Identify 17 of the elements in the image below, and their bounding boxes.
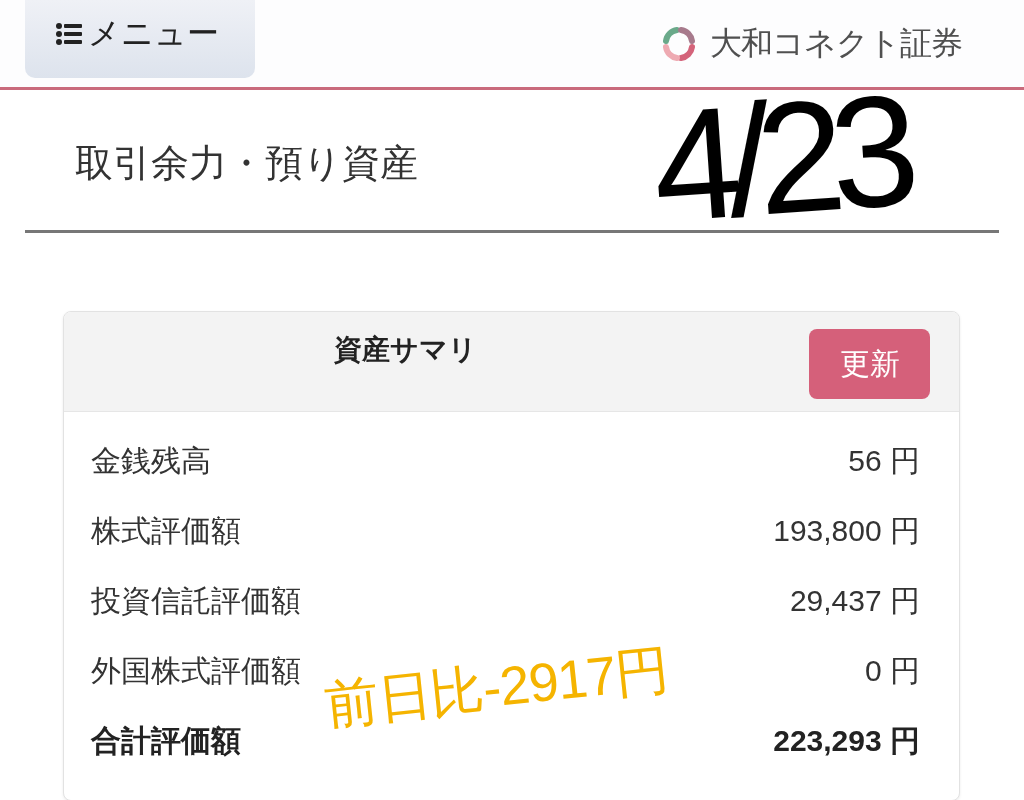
refresh-button[interactable]: 更新 — [809, 329, 930, 399]
row-value: 0 円 — [864, 652, 920, 689]
row-label: 株式評価額 — [91, 512, 241, 549]
row-value: 223,293 円 — [773, 722, 920, 759]
brand-name: 大和コネクト証券 — [710, 24, 962, 63]
handwritten-note: 前日比-2917円 — [322, 641, 671, 732]
menu-button[interactable]: メニュー — [25, 0, 255, 78]
row-label: 金銭残高 — [91, 442, 211, 479]
row-label: 外国株式評価額 — [91, 652, 301, 689]
row-value: 56 円 — [848, 442, 920, 479]
handwritten-date: 4/23 — [648, 70, 910, 246]
row-value: 29,437 円 — [789, 582, 920, 619]
card-title: 資産サマリ — [334, 333, 477, 367]
row-label: 投資信託評価額 — [91, 582, 301, 619]
list-icon — [56, 23, 82, 45]
row-value: 193,800 円 — [773, 512, 920, 549]
row-label: 合計評価額 — [91, 722, 241, 759]
